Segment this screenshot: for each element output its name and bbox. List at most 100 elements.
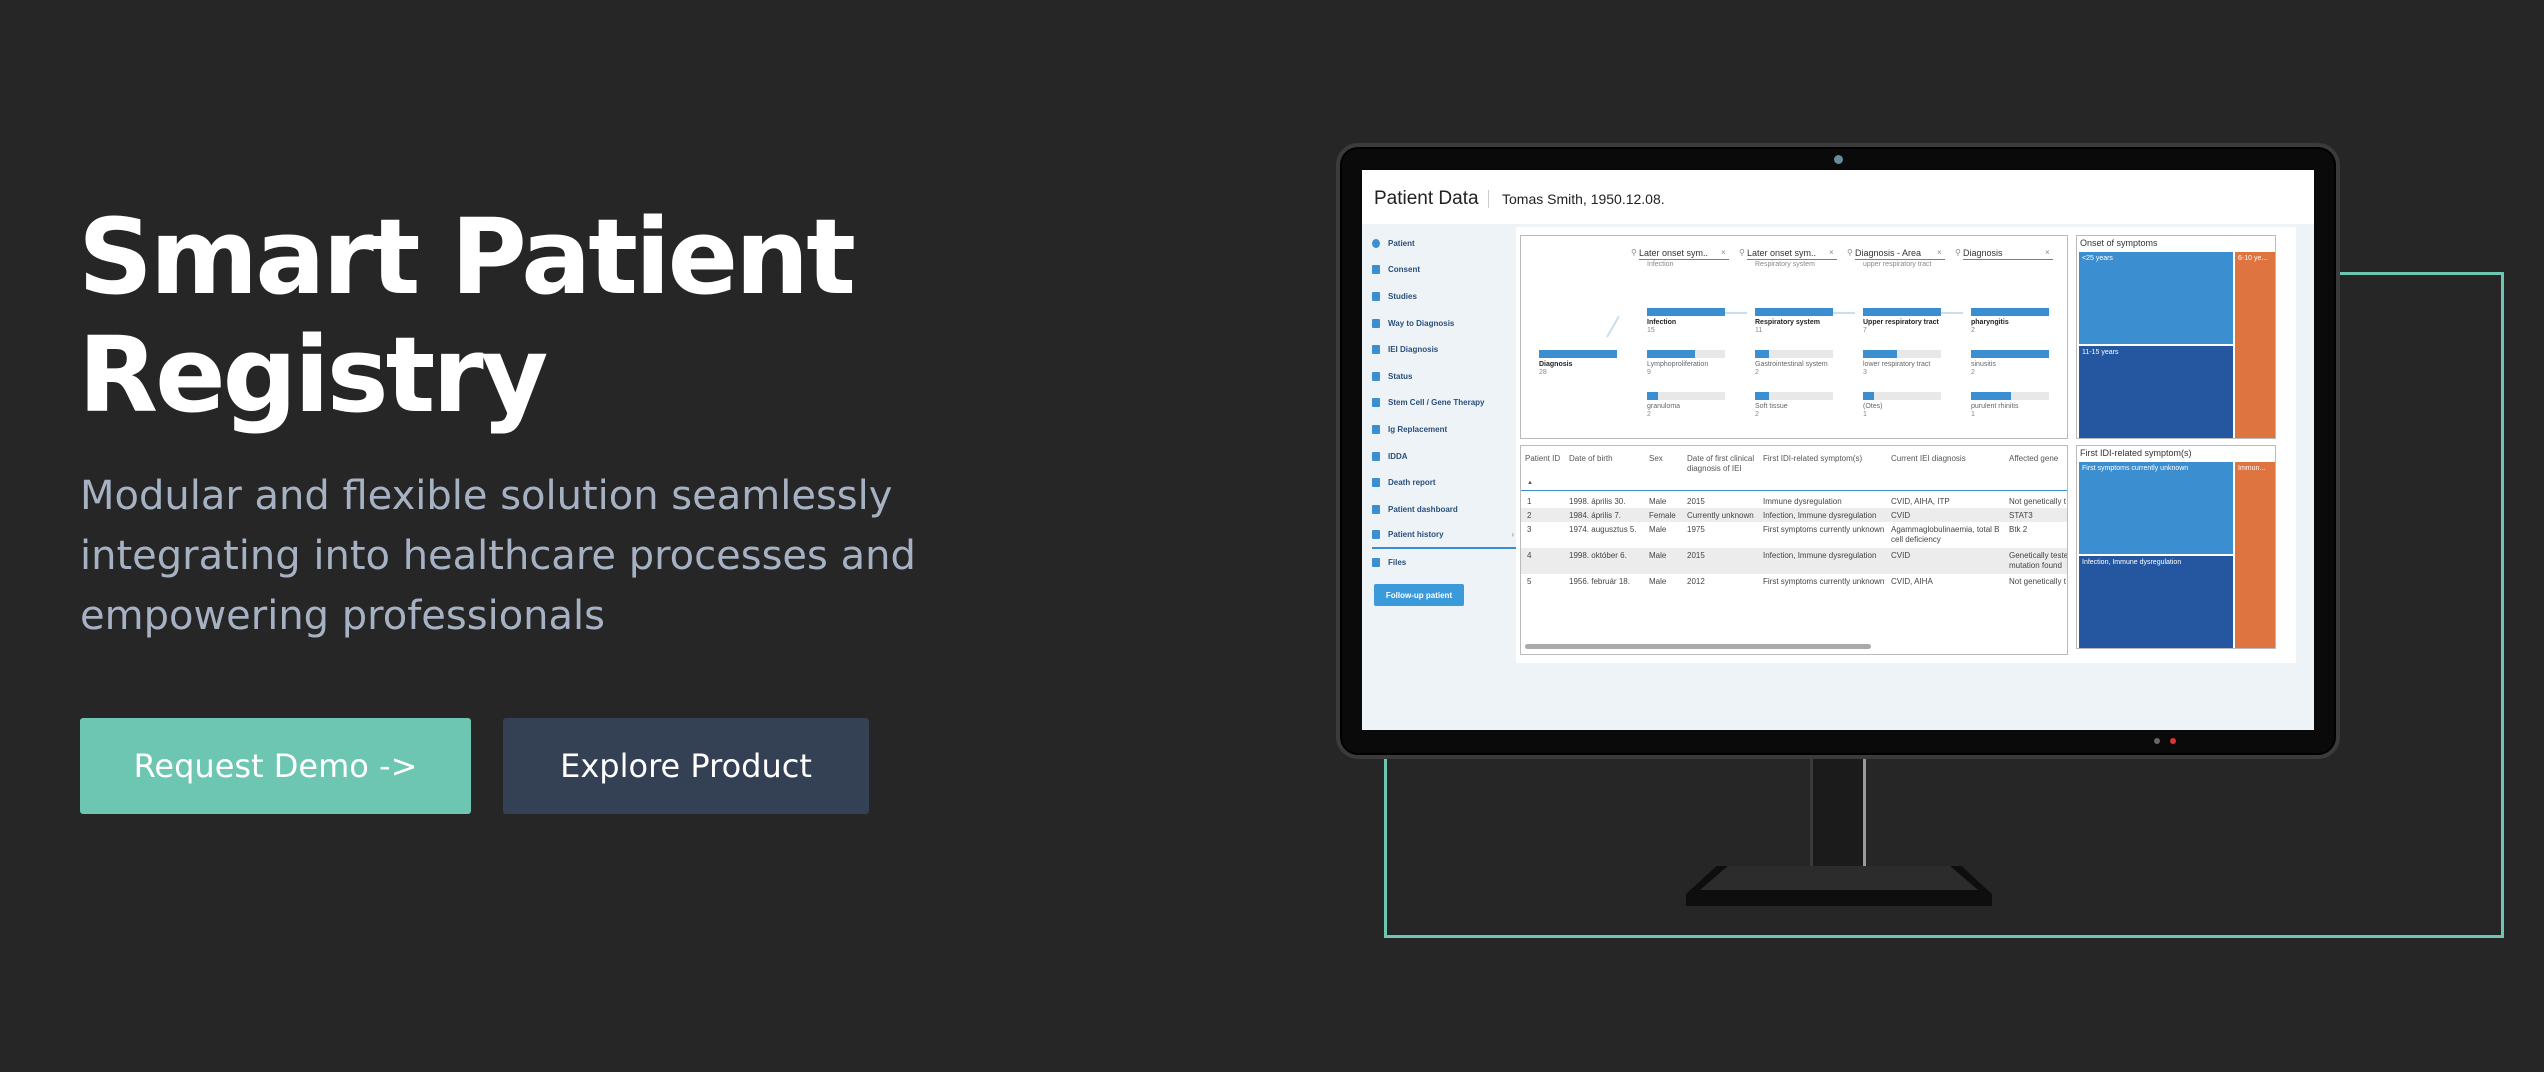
treemap-cell[interactable]: 6-10 ye...: [2235, 252, 2275, 438]
sidebar-item-patient-dashboard[interactable]: Patient dashboard: [1372, 496, 1518, 523]
column-header[interactable]: Current IEI diagnosis: [1891, 454, 1966, 464]
pin-icon: ⚲: [1739, 248, 1745, 257]
close-icon[interactable]: ×: [2045, 248, 2050, 257]
sidebar-item-iei-diagnosis[interactable]: IEI Diagnosis: [1372, 336, 1518, 363]
table-row[interactable]: 5 1956. február 18. Male 2012 First symp…: [1521, 574, 2067, 588]
flow-bar[interactable]: [1755, 308, 1833, 316]
column-header[interactable]: Affected gene: [2009, 454, 2058, 464]
table-row[interactable]: 1 1998. április 30. Male 2015 Immune dys…: [1521, 494, 2067, 508]
table-cell: Male: [1649, 525, 1667, 534]
follow-up-patient-button[interactable]: Follow-up patient: [1374, 584, 1464, 606]
column-underline: [1855, 259, 1945, 260]
flow-column-header[interactable]: ⚲ Later onset sym.. × Respiratory system: [1739, 248, 1837, 268]
sidebar-item-files[interactable]: Files: [1372, 549, 1518, 576]
flow-bar[interactable]: [1755, 350, 1769, 358]
hero-title: Smart Patient Registry: [78, 198, 978, 434]
flow-bar[interactable]: [1647, 392, 1658, 400]
column-header[interactable]: Date of birth: [1569, 454, 1613, 464]
sidebar-item-label: Death report: [1388, 478, 1436, 488]
table-cell: 4: [1527, 551, 1532, 560]
table-cell: Male: [1649, 497, 1667, 506]
table-cell: 2015: [1687, 497, 1705, 506]
flow-node-count: 2: [1971, 369, 1975, 376]
flow-node-count: 2: [1971, 327, 1975, 334]
table-cell: 1975: [1687, 525, 1705, 534]
flow-bar-track: [1863, 392, 1941, 400]
sidebar-item-label: IEI Diagnosis: [1388, 345, 1439, 355]
diagnosis-flow-chart: ⚲ Later onset sym.. × Infection ⚲ Later …: [1520, 235, 2068, 439]
flow-node-label: Gastrointestinal system: [1755, 361, 1828, 368]
flow-bar-root[interactable]: [1539, 350, 1617, 358]
document-icon: [1372, 478, 1380, 488]
column-header[interactable]: Patient ID: [1525, 454, 1560, 464]
close-icon[interactable]: ×: [1721, 248, 1726, 257]
hero-title-line-1: Smart Patient: [78, 196, 856, 318]
sidebar-item-label: Files: [1388, 557, 1407, 567]
treemap-cell[interactable]: Immun...: [2235, 462, 2275, 648]
flow-bar[interactable]: [1647, 308, 1725, 316]
sidebar-item-idda[interactable]: IDDA: [1372, 443, 1518, 470]
sidebar-item-ig-replacement[interactable]: Ig Replacement: [1372, 416, 1518, 443]
flow-bar[interactable]: [1647, 350, 1695, 358]
sidebar-item-patient[interactable]: Patient: [1372, 230, 1518, 257]
sidebar-item-consent[interactable]: Consent: [1372, 257, 1518, 284]
dashboard-icon: [1372, 504, 1380, 514]
hero-subtitle-line-3: empowering professionals: [80, 593, 605, 639]
sidebar-item-studies[interactable]: Studies: [1372, 283, 1518, 310]
hero-subtitle-line-2: integrating into healthcare processes an…: [80, 533, 916, 579]
table-row[interactable]: 3 1974. augusztus 5. Male 1975 First sym…: [1521, 522, 2067, 548]
treemap-cell[interactable]: First symptoms currently unknown: [2079, 462, 2233, 554]
column-header[interactable]: First IDI-related symptom(s): [1763, 454, 1862, 464]
flow-node-count: 1: [1971, 411, 1975, 418]
flow-node-count: 11: [1755, 327, 1763, 334]
sidebar-item-label: Way to Diagnosis: [1388, 318, 1455, 328]
flow-node-count: 2: [1647, 411, 1651, 418]
flow-column-header[interactable]: ⚲ Later onset sym.. × Infection: [1631, 248, 1729, 268]
treemap-cell[interactable]: Infection, Immune dysregulation: [2079, 556, 2233, 648]
syringe-icon: [1372, 398, 1380, 408]
table-cell: Immune dysregulation: [1763, 497, 1842, 506]
explore-product-button[interactable]: Explore Product: [503, 718, 869, 814]
flow-bar[interactable]: [1971, 392, 2011, 400]
treemap-cell[interactable]: 11-15 years: [2079, 346, 2233, 438]
info-icon: [1372, 238, 1380, 248]
flow-bar[interactable]: [1971, 308, 2049, 316]
flow-bar[interactable]: [1863, 392, 1874, 400]
column-underline: [1639, 259, 1729, 260]
screen-title: Patient Data: [1374, 188, 1479, 209]
table-row[interactable]: 4 1998. október 6. Male 2015 Infection, …: [1521, 548, 2067, 574]
flow-column-title: Later onset sym..: [1639, 248, 1709, 258]
column-header[interactable]: Date of first clinical diagnosis of IEI: [1687, 454, 1761, 474]
table-row[interactable]: 2 1984. április 7. Female Currently unkn…: [1521, 508, 2067, 522]
flow-bar[interactable]: [1863, 350, 1897, 358]
sidebar-item-patient-history[interactable]: Patient history ›: [1372, 523, 1518, 550]
sidebar-item-way-to-diagnosis[interactable]: Way to Diagnosis: [1372, 310, 1518, 337]
flow-node-label: pharyngitis: [1971, 319, 2009, 326]
close-icon[interactable]: ×: [1937, 248, 1942, 257]
close-icon[interactable]: ×: [1829, 248, 1834, 257]
column-header[interactable]: Sex: [1649, 454, 1663, 464]
sidebar-item-death-report[interactable]: Death report: [1372, 469, 1518, 496]
sidebar-item-status[interactable]: Status: [1372, 363, 1518, 390]
hero-subtitle: Modular and flexible solution seamlessly…: [80, 466, 1000, 646]
header-underline: [1521, 490, 2067, 491]
flow-bar[interactable]: [1971, 350, 2049, 358]
horizontal-scrollbar[interactable]: [1525, 644, 1871, 649]
flow-node-label: Upper respiratory tract: [1863, 319, 1939, 326]
table-cell: 1: [1527, 497, 1532, 506]
flow-bar[interactable]: [1863, 308, 1941, 316]
treemap-cell[interactable]: <25 years: [2079, 252, 2233, 344]
document-icon: [1372, 451, 1380, 461]
flow-bar[interactable]: [1755, 392, 1769, 400]
sidebar-item-label: IDDA: [1388, 451, 1408, 461]
sort-ascending-icon[interactable]: ▲: [1527, 480, 1533, 486]
flow-column-header[interactable]: ⚲ Diagnosis - Area × upper respiratory t…: [1847, 248, 1945, 268]
table-cell: Male: [1649, 577, 1667, 586]
request-demo-button[interactable]: Request Demo ->: [80, 718, 471, 814]
sidebar-item-stem-cell[interactable]: Stem Cell / Gene Therapy: [1372, 390, 1518, 417]
table-cell: 3: [1527, 525, 1532, 534]
flow-column-header[interactable]: ⚲ Diagnosis ×: [1955, 248, 2053, 260]
flow-node-count: 7: [1863, 327, 1867, 334]
dna-icon: [1372, 530, 1380, 540]
table-cell: CVID: [1891, 551, 1911, 560]
